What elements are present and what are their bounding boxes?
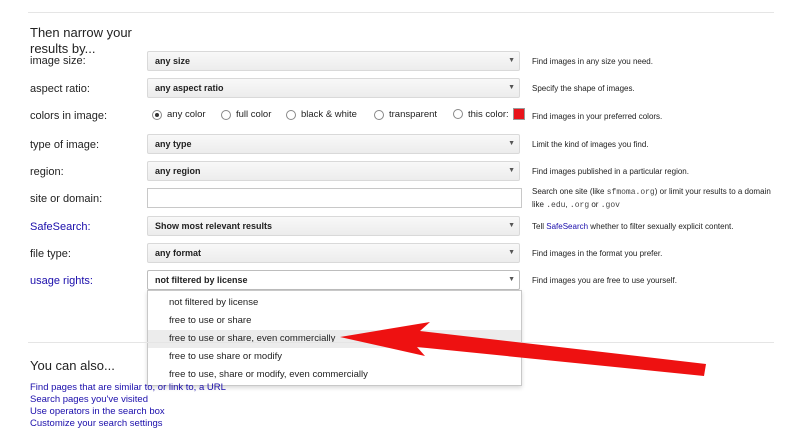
annotation-arrow bbox=[340, 322, 706, 376]
annotation-arrow-shape bbox=[340, 322, 706, 376]
